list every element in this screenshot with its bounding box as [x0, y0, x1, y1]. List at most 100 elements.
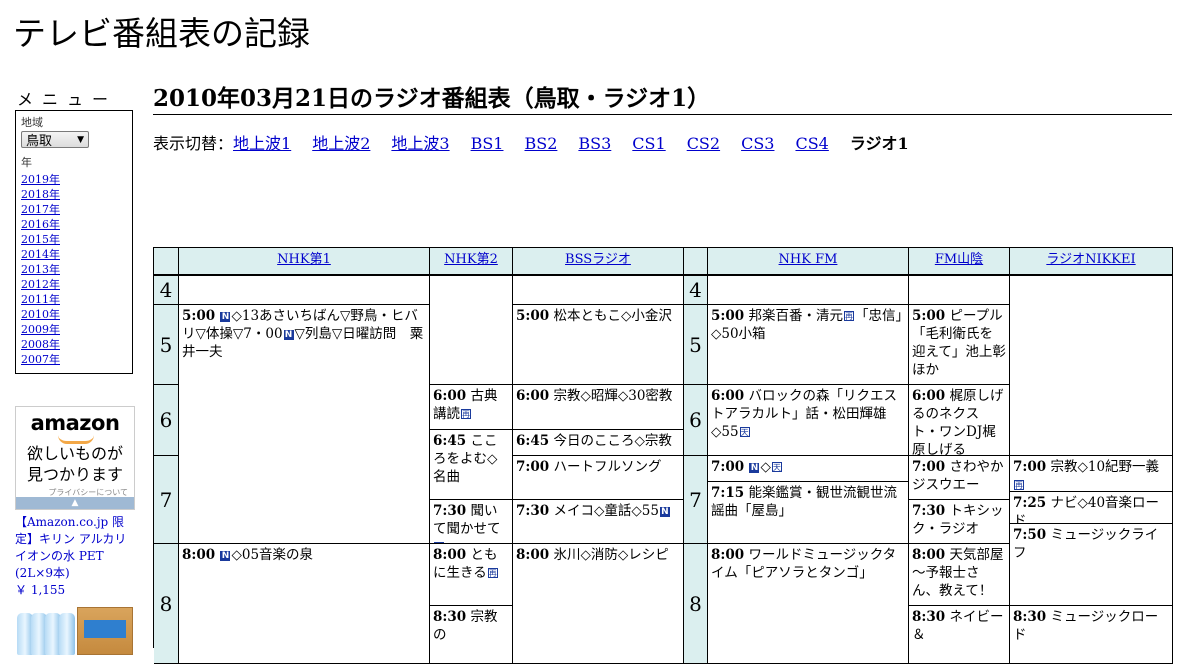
program-cell-empty [179, 276, 430, 305]
switch-link-cs3[interactable]: CS3 [741, 134, 774, 153]
channel-link-nhk2[interactable]: NHK第2 [444, 252, 498, 267]
program-time: 7:50 [1013, 527, 1047, 543]
year-link-2017[interactable]: 2017年 [21, 203, 60, 216]
year-link-2015[interactable]: 2015年 [21, 233, 60, 246]
program-cell-empty [513, 276, 684, 305]
program-cell[interactable]: 8:00 天気部屋～予報士さん、教えて！ [909, 544, 1010, 606]
year-link-2014[interactable]: 2014年 [21, 248, 60, 261]
bottle-icon [59, 613, 75, 655]
program-cell[interactable]: 8:00 ワールドミュージックタイム「ピアソラとタンゴ」 [708, 544, 909, 664]
ad-tagline-line-1: 欲しいものが [26, 444, 123, 463]
program-cell[interactable]: 5:00 N ◇13あさいちばん▽野鳥・ヒバリ▽体操▽7・00 N ▽列島▽日曜訪問 … [179, 305, 430, 544]
program-time: 7:30 [516, 503, 550, 519]
program-cell[interactable]: 6:45 こころをよむ◇名曲 [430, 430, 513, 500]
program-cell[interactable]: 8:30 ミュージックロード [1010, 606, 1173, 664]
program-time: 7:30 [912, 503, 946, 519]
program-cell[interactable]: 7:00 宗教◇10紀野一義再 [1010, 456, 1173, 492]
program-cell[interactable]: 8:30 ネイビー＆ [909, 606, 1010, 664]
program-cell[interactable]: 7:30 メイコ◇童話◇55 N [513, 500, 684, 544]
program-time: 6:00 [516, 388, 550, 404]
year-link-2007[interactable]: 2007年 [21, 353, 60, 366]
news-icon: N [749, 463, 760, 473]
program-time: 8:00 [182, 547, 216, 563]
hour-cell: 8 [684, 544, 708, 664]
program-cell[interactable]: 6:00 宗教◇昭輝◇30密教 [513, 385, 684, 430]
program-cell[interactable]: 8:00 氷川◇消防◇レシピ [513, 544, 684, 664]
year-link-2009[interactable]: 2009年 [21, 323, 60, 336]
channel-header-bss: BSSラジオ [513, 248, 684, 276]
switch-link-bs1[interactable]: BS1 [471, 134, 504, 153]
channel-header-nhk2: NHK第2 [430, 248, 513, 276]
program-time: 5:00 [182, 308, 216, 324]
rerun-icon: 再 [1014, 480, 1024, 490]
channel-link-nhkfm[interactable]: NHK FM [779, 252, 838, 267]
program-cell[interactable]: 7:30 トキシック・ラジオ [909, 500, 1010, 544]
switch-link-cs1[interactable]: CS1 [632, 134, 665, 153]
year-list: 2019年 2018年 2017年 2016年 2015年 2014年 2013… [21, 172, 127, 367]
program-cell[interactable]: 7:50 ミュージックライフ [1010, 524, 1173, 606]
program-time: 8:00 [912, 547, 946, 563]
program-time: 7:15 [711, 485, 745, 501]
channel-header-nikkei: ラジオNIKKEI [1010, 248, 1173, 276]
program-cell[interactable]: 6:00 バロックの森「リクエストアラカルト」話・松田輝雄◇55 天 [708, 385, 909, 456]
program-cell[interactable]: 7:25 ナビ◇40音楽ロード [1010, 492, 1173, 524]
program-time: 6:45 [433, 433, 467, 449]
program-cell-empty [430, 276, 513, 385]
program-cell[interactable]: 5:00 松本ともこ◇小金沢 [513, 305, 684, 385]
ad-tagline-line-2: 見つかります [26, 465, 123, 484]
channel-link-nikkei[interactable]: ラジオNIKKEI [1046, 252, 1135, 267]
switch-link-terrestrial-2[interactable]: 地上波2 [312, 134, 370, 153]
hour-cell: 4 [684, 276, 708, 305]
program-time: 6:45 [516, 433, 550, 449]
program-cell[interactable]: 6:00 古典講読再 [430, 385, 513, 430]
program-time: 7:25 [1013, 495, 1047, 511]
corner-header [154, 248, 179, 276]
program-time: 8:30 [912, 609, 946, 625]
program-cell[interactable]: 8:00 ともに生きる再 [430, 544, 513, 606]
program-time: 8:00 [433, 547, 467, 563]
program-cell[interactable]: 7:00 ハートフルソング [513, 456, 684, 500]
ad-product-link[interactable]: 【Amazon.co.jp 限定】キリン アルカリイオンの水 PET (2L×9… [15, 514, 135, 582]
year-link-2012[interactable]: 2012年 [21, 278, 60, 291]
corner-header-2 [684, 248, 708, 276]
year-link-2016[interactable]: 2016年 [21, 218, 60, 231]
switch-link-cs4[interactable]: CS4 [795, 134, 828, 153]
region-select[interactable]: 鳥取 ▼ [21, 131, 89, 149]
program-cell[interactable]: 6:00 梶原しげるのネクスト・ワンDJ梶原しげる [909, 385, 1010, 456]
switch-link-terrestrial-3[interactable]: 地上波3 [391, 134, 449, 153]
program-time: 7:00 [1013, 459, 1047, 475]
ad-product-image[interactable] [15, 605, 135, 655]
year-link-2011[interactable]: 2011年 [21, 293, 60, 306]
program-time: 8:30 [433, 609, 467, 625]
hour-cell: 6 [684, 385, 708, 456]
year-link-2010[interactable]: 2010年 [21, 308, 60, 321]
program-title: 松本ともこ◇小金沢 [553, 308, 672, 324]
switch-link-terrestrial-1[interactable]: 地上波1 [233, 134, 291, 153]
hour-cell: 4 [154, 276, 179, 305]
program-time: 8:00 [516, 547, 550, 563]
switch-link-cs2[interactable]: CS2 [687, 134, 720, 153]
program-cell[interactable]: 5:00 邦楽百番・清元再「忠信」◇50小箱 [708, 305, 909, 385]
program-time: 5:00 [912, 308, 946, 324]
program-cell[interactable]: 8:00 N ◇05音楽の泉 [179, 544, 430, 664]
amazon-banner[interactable]: amazon 欲しいものが 見つかります プライバシーについて ▲ [15, 406, 135, 510]
program-cell[interactable]: 7:15 能楽鑑賞・観世流観世流謡曲「屋島」 [708, 482, 909, 544]
switch-link-bs2[interactable]: BS2 [524, 134, 557, 153]
program-cell[interactable]: 7:30 聞いて聞かせて再 [430, 500, 513, 544]
program-cell[interactable]: 7:00 さわやかジスウエー [909, 456, 1010, 500]
program-cell[interactable]: 5:00 ピープル「毛利衛氏を迎えて」池上彰ほか [909, 305, 1010, 385]
chevron-up-icon: ▲ [71, 498, 79, 508]
switch-link-bs3[interactable]: BS3 [578, 134, 611, 153]
year-link-2019[interactable]: 2019年 [21, 173, 60, 186]
ad-panel: amazon 欲しいものが 見つかります プライバシーについて ▲ 【Amazo… [15, 406, 135, 655]
channel-link-bss[interactable]: BSSラジオ [565, 252, 631, 267]
channel-link-nhk1[interactable]: NHK第1 [277, 252, 331, 267]
year-link-2013[interactable]: 2013年 [21, 263, 60, 276]
program-cell[interactable]: 8:30 宗教の [430, 606, 513, 664]
program-cell[interactable]: 6:45 今日のこころ◇宗教 [513, 430, 684, 456]
year-link-2008[interactable]: 2008年 [21, 338, 60, 351]
menu-panel: 地域 鳥取 ▼ 年 2019年 2018年 2017年 2016年 2015年 … [15, 110, 133, 374]
year-link-2018[interactable]: 2018年 [21, 188, 60, 201]
program-cell[interactable]: 7:00 N ◇ 天 [708, 456, 909, 482]
channel-link-fmsanin[interactable]: FM山陰 [935, 252, 983, 267]
